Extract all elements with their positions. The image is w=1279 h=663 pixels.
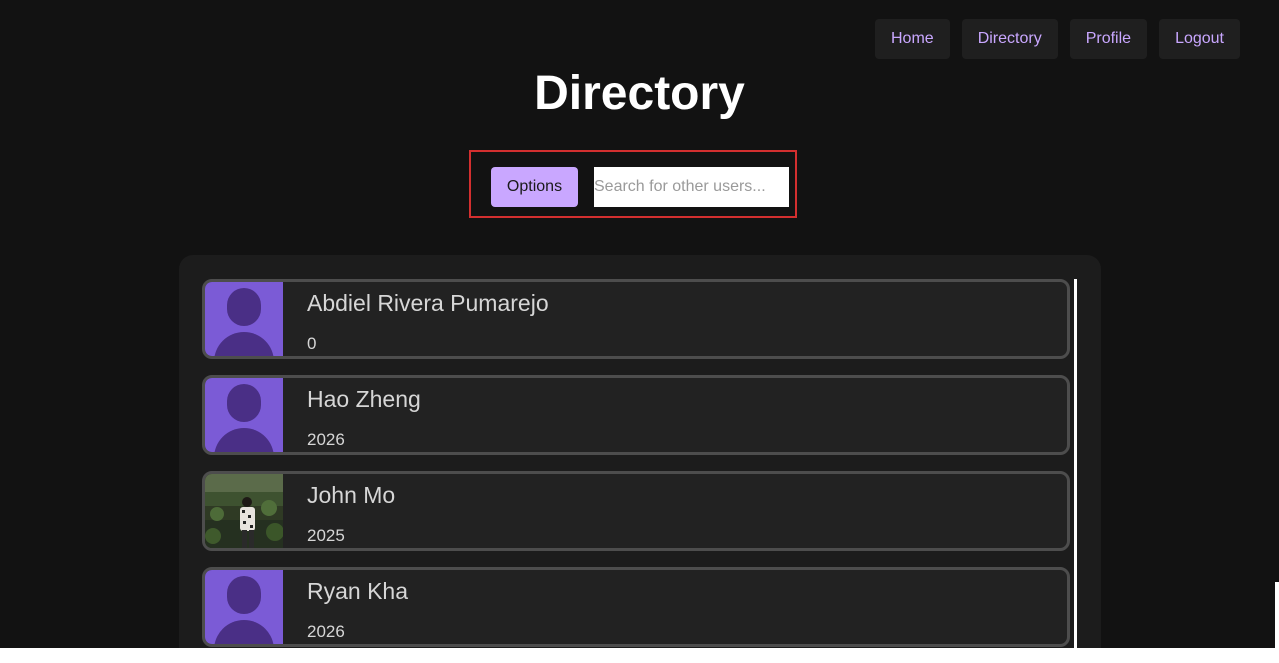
list-scrollbar[interactable] — [1074, 279, 1077, 659]
options-button[interactable]: Options — [491, 167, 578, 207]
default-avatar-icon — [205, 282, 283, 356]
search-input[interactable] — [594, 167, 789, 207]
nav-logout-button[interactable]: Logout — [1159, 19, 1240, 59]
page-title: Directory — [534, 67, 745, 120]
user-year: 2026 — [307, 622, 345, 641]
top-nav: Home Directory Profile Logout — [875, 19, 1240, 59]
user-card[interactable]: John Mo 2025 — [202, 471, 1070, 551]
window-edge — [0, 648, 1279, 663]
nav-home-button[interactable]: Home — [875, 19, 950, 59]
user-year: 2026 — [307, 430, 345, 449]
user-list: Abdiel Rivera Pumarejo 0 Hao Zheng 2026 — [179, 255, 1101, 663]
profile-photo — [205, 474, 283, 548]
user-year: 2025 — [307, 526, 345, 545]
default-avatar-icon — [205, 378, 283, 452]
search-area: Options — [469, 150, 797, 218]
user-name: John Mo — [307, 482, 396, 508]
window-edge — [1275, 582, 1279, 648]
user-year: 0 — [307, 334, 317, 353]
user-name: Ryan Kha — [307, 578, 409, 604]
nav-directory-button[interactable]: Directory — [961, 19, 1058, 59]
default-avatar-icon — [205, 570, 283, 644]
directory-page: Home Directory Profile Logout Directory … — [0, 0, 1279, 663]
user-card[interactable]: Abdiel Rivera Pumarejo 0 — [202, 279, 1070, 359]
nav-profile-button[interactable]: Profile — [1069, 19, 1148, 59]
user-name: Abdiel Rivera Pumarejo — [307, 290, 549, 316]
user-name: Hao Zheng — [307, 386, 421, 412]
user-card[interactable]: Ryan Kha 2026 — [202, 567, 1070, 647]
user-card[interactable]: Hao Zheng 2026 — [202, 375, 1070, 455]
